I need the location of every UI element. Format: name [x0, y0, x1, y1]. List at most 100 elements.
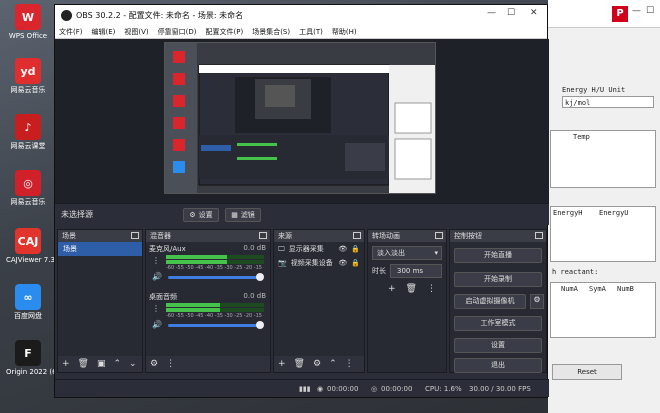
channel-db: 0.0 dB — [243, 244, 266, 252]
desktop-icon[interactable]: F Origin 2022 (64-bit) — [6, 340, 76, 376]
gear-icon[interactable]: ⚙ — [313, 359, 321, 369]
menu-item[interactable]: 场景集合(S) — [252, 27, 290, 37]
live-time: 00:00:00 — [327, 385, 359, 393]
menu-item[interactable]: 停靠窗口(D) — [158, 27, 197, 37]
studio-mode-button[interactable]: 工作室模式 — [454, 316, 542, 331]
desktop-icon[interactable]: ◎ 网易云音乐 — [6, 170, 50, 206]
volume-slider[interactable] — [168, 321, 264, 329]
up-arrow-icon[interactable]: ⌃ — [329, 359, 337, 369]
preview-canvas[interactable] — [55, 39, 549, 203]
popout-icon[interactable] — [353, 232, 361, 239]
temp-table[interactable]: Temp — [550, 130, 656, 188]
menu-item[interactable]: 视图(V) — [124, 27, 148, 37]
lock-icon[interactable]: 🔒 — [351, 259, 360, 267]
transitions-dock-header: 转场动画 — [368, 230, 446, 242]
desktop-icon[interactable]: CAJ CAJViewer 7.3 — [6, 228, 55, 264]
menu-item[interactable]: 配置文件(P) — [206, 27, 244, 37]
source-item[interactable]: 🖵 显示器采集 👁 🔒 — [274, 242, 364, 256]
scene-filter-icon[interactable]: ▣ — [97, 359, 106, 369]
mixer-channel-desktop: 桌面音频 0.0 dB ⋮ -60 -55 -50 -45 -40 -35 -3… — [146, 290, 270, 338]
transition-select[interactable]: 淡入淡出 ▾ — [372, 246, 442, 260]
more-options-icon[interactable]: ⋮ — [152, 304, 160, 313]
menu-item[interactable]: 文件(F) — [59, 27, 83, 37]
popout-icon[interactable] — [131, 232, 139, 239]
eye-icon[interactable]: 👁 — [338, 259, 347, 267]
more-options-icon[interactable]: ⋮ — [152, 256, 160, 265]
start-streaming-button[interactable]: 开始直播 — [454, 248, 542, 263]
popout-icon[interactable] — [435, 232, 443, 239]
virtual-camera-settings-icon[interactable]: ⚙ — [530, 294, 544, 309]
more-options-icon[interactable]: ⋮ — [427, 284, 436, 294]
menu-item[interactable]: 编辑(E) — [92, 27, 116, 37]
trash-icon[interactable]: 🗑 — [406, 284, 417, 294]
preview-recursive-screen — [165, 43, 435, 193]
lock-icon[interactable]: 🔒 — [351, 245, 360, 253]
camera-icon: 📷 — [278, 259, 287, 267]
desktop-icon-label: CAJViewer 7.3 — [6, 256, 55, 264]
reactant-table[interactable]: NumA SymA NumB — [550, 282, 656, 338]
speaker-icon[interactable]: 🔊 — [152, 320, 162, 329]
energy-table[interactable]: EnergyH EnergyU — [550, 206, 656, 262]
down-arrow-icon[interactable]: ⌄ — [129, 359, 137, 369]
menu-item[interactable]: 帮助(H) — [332, 27, 357, 37]
duration-input[interactable]: 300 ms — [390, 264, 442, 278]
speaker-icon[interactable]: 🔊 — [152, 272, 162, 281]
numb-header: NumB — [617, 285, 634, 293]
scenes-dock: 场景 场景 + 🗑 ▣ ⌃ ⌄ — [57, 229, 143, 373]
source-toolbar: 未选择源 ⚙ 设置 ▦ 滤镜 — [55, 203, 549, 225]
maximize-icon[interactable]: ☐ — [507, 8, 515, 18]
desktop-icon[interactable]: W WPS Office — [6, 4, 50, 40]
transition-toolbar: + 🗑 ⋮ — [388, 284, 446, 294]
add-icon[interactable]: + — [278, 359, 286, 369]
fps-readout: 30.00 / 30.00 FPS — [469, 385, 531, 393]
up-arrow-icon[interactable]: ⌃ — [114, 359, 122, 369]
reactant-label: h reactant: — [552, 268, 599, 276]
app-logo-icon: P — [612, 6, 628, 22]
exit-button[interactable]: 退出 — [454, 358, 542, 373]
cpu-usage: CPU: 1.6% — [425, 385, 462, 393]
desktop-icon[interactable]: ♪ 网易云课堂 — [6, 114, 50, 150]
reset-button[interactable]: Reset — [552, 364, 622, 380]
duration-row: 时长 300 ms — [372, 264, 442, 278]
obs-window: OBS 30.2.2 - 配置文件: 未命名 - 场景: 未命名 — ☐ ✕ 文… — [54, 4, 549, 398]
trash-icon[interactable]: 🗑 — [294, 359, 305, 369]
volume-slider[interactable] — [168, 273, 264, 281]
properties-button[interactable]: ⚙ 设置 — [183, 208, 219, 222]
eye-icon[interactable]: 👁 — [338, 245, 347, 253]
scene-item[interactable]: 场景 — [58, 242, 142, 256]
unit-select[interactable]: kj/mol — [562, 96, 654, 108]
desktop-icon-label: Origin 2022 (64-bit) — [6, 368, 76, 376]
start-recording-button[interactable]: 开始录制 — [454, 272, 542, 287]
add-icon[interactable]: + — [388, 284, 396, 294]
meter-scale: -60 -55 -50 -45 -40 -35 -30 -25 -20 -15 … — [166, 313, 264, 319]
desktop-icon[interactable]: yd 网易云音乐 — [6, 58, 50, 94]
menu-item[interactable]: 工具(T) — [299, 27, 323, 37]
menu-bar: 文件(F) 编辑(E) 视图(V) 停靠窗口(D) 配置文件(P) 场景集合(S) 工具(T… — [55, 25, 547, 39]
background-app-window: P — ☐ Energy H/U Unit kj/mol Temp Energy… — [548, 0, 660, 413]
filters-button[interactable]: ▦ 滤镜 — [225, 208, 261, 222]
source-item[interactable]: 📷 视频采集设备 👁 🔒 — [274, 256, 364, 270]
popout-icon[interactable] — [535, 232, 543, 239]
app-icon: ♪ — [15, 114, 41, 140]
gear-icon: ⚙ — [189, 211, 196, 219]
sources-dock-header: 来源 — [274, 230, 364, 242]
popout-icon[interactable] — [259, 232, 267, 239]
minimize-icon[interactable]: — — [632, 6, 641, 16]
trash-icon[interactable]: 🗑 — [78, 359, 89, 369]
more-options-icon[interactable]: ⋮ — [166, 359, 175, 369]
gear-icon[interactable]: ⚙ — [150, 359, 158, 369]
desktop-icon-label: 网易云课堂 — [10, 142, 46, 150]
more-options-icon[interactable]: ⋮ — [345, 359, 354, 369]
start-virtual-camera-button[interactable]: 启动虚拟摄像机 — [454, 294, 526, 309]
transitions-dock: 转场动画 淡入淡出 ▾ 时长 300 ms + 🗑 ⋮ — [367, 229, 447, 373]
rec-time: 00:00:00 — [381, 385, 413, 393]
app-icon: ◎ — [15, 170, 41, 196]
desktop-icon[interactable]: ∞ 百度网盘 — [6, 284, 50, 320]
settings-button[interactable]: 设置 — [454, 338, 542, 353]
close-icon[interactable]: ✕ — [530, 8, 538, 18]
live-icon: ◉ — [317, 385, 324, 393]
add-icon[interactable]: + — [62, 359, 70, 369]
maximize-icon[interactable]: ☐ — [646, 6, 654, 16]
channel-name: 桌面音频 — [149, 293, 177, 301]
minimize-icon[interactable]: — — [487, 8, 496, 18]
